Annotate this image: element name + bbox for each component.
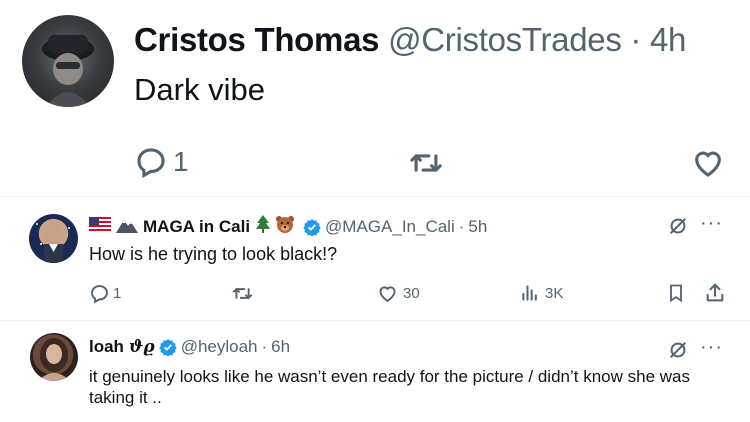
us-flag-icon: [89, 216, 111, 237]
post1-header: Cristos Thomas @CristosTrades · 4h: [134, 21, 686, 59]
post1-reply-count: 1: [173, 146, 189, 177]
post1-reply-button[interactable]: 1: [134, 145, 189, 179]
post2-bookmark-button[interactable]: [666, 283, 686, 303]
bookmark-icon: [666, 283, 686, 303]
post3-more-button[interactable]: ···: [700, 336, 723, 359]
post1-like-button[interactable]: [690, 146, 726, 180]
post2-author-name[interactable]: MAGA in Cali: [143, 217, 250, 237]
post2-text: How is he trying to look black!?: [89, 244, 338, 264]
share-icon: [704, 282, 726, 304]
post1-time[interactable]: 4h: [650, 21, 686, 58]
post2-reply-button[interactable]: 1: [89, 283, 121, 304]
post2-like-button[interactable]: 30: [377, 283, 420, 304]
post2-views-button[interactable]: 3K: [520, 283, 563, 303]
verified-badge-icon: [158, 338, 177, 356]
heart-icon: [690, 146, 726, 180]
post1-separator: ·: [630, 21, 642, 58]
post2-retweet-button[interactable]: [231, 283, 254, 304]
reply-icon: [89, 283, 110, 304]
post1-text: Dark vibe: [134, 72, 265, 107]
verified-badge-icon: [303, 218, 321, 236]
post3-name-suffix: ϑϱ: [128, 337, 155, 357]
post1-retweet-button[interactable]: [407, 146, 445, 180]
reply-icon: [134, 145, 168, 179]
post2-reply-count: 1: [113, 285, 122, 302]
avatar-maga-in-cali[interactable]: [29, 214, 78, 263]
tree-icon: [255, 214, 271, 239]
mountain-icon: [115, 214, 139, 239]
post1-author-handle[interactable]: @CristosTrades: [388, 21, 622, 58]
post3-time[interactable]: 6h: [271, 337, 290, 357]
post2-like-count: 30: [403, 285, 420, 302]
post2-time[interactable]: 5h: [468, 217, 487, 237]
grok-icon[interactable]: [667, 339, 689, 361]
post2-more-button[interactable]: ···: [700, 212, 723, 235]
retweet-icon: [231, 283, 254, 304]
post3-separator: ·: [261, 337, 268, 356]
post2-share-button[interactable]: [704, 282, 726, 304]
views-chart-icon: [520, 283, 540, 303]
post1-author-name[interactable]: Cristos Thomas: [134, 21, 379, 58]
avatar-cristos-thomas[interactable]: [22, 15, 114, 107]
post3-header: loah ϑϱ @heyloah · 6h: [89, 337, 290, 357]
avatar-image: [38, 338, 70, 381]
post2-author-handle[interactable]: @MAGA_In_Cali: [325, 217, 455, 237]
retweet-icon: [407, 146, 445, 180]
post2-separator: ·: [458, 216, 465, 236]
post2-view-count: 3K: [545, 284, 564, 302]
avatar-image: [36, 223, 70, 263]
divider: [0, 196, 750, 197]
post3-text: it genuinely looks like he wasn’t even r…: [89, 367, 690, 407]
avatar-image: [42, 35, 94, 107]
heart-icon: [377, 283, 398, 304]
divider: [0, 320, 750, 321]
avatar-loah[interactable]: [30, 333, 78, 381]
post3-author-handle[interactable]: @heyloah: [181, 337, 258, 357]
bear-icon: [275, 214, 295, 239]
post3-author-name[interactable]: loah: [89, 337, 124, 357]
post2-header: MAGA in Cali @MAGA_In_Cali · 5h: [89, 214, 487, 239]
grok-icon[interactable]: [667, 215, 689, 237]
